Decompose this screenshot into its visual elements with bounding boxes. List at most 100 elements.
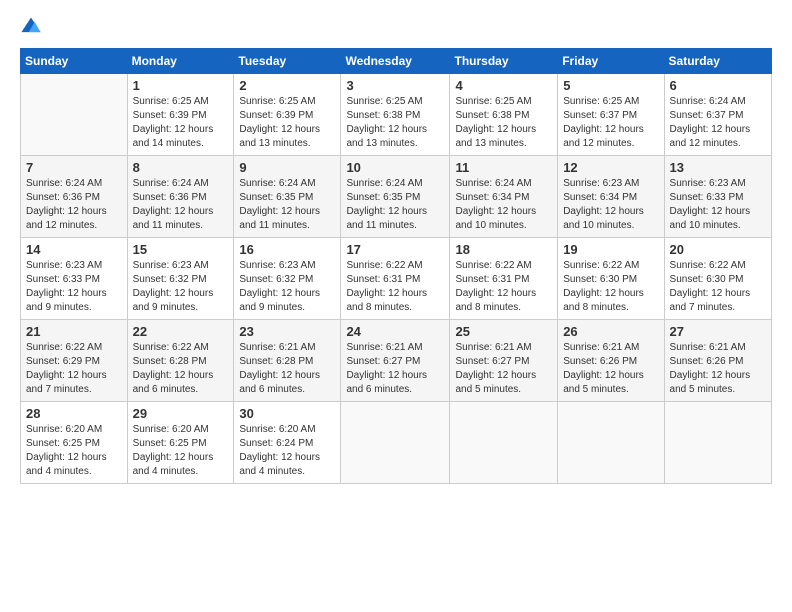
day-number: 7	[26, 160, 122, 175]
calendar-week-row: 28 Sunrise: 6:20 AM Sunset: 6:25 PM Dayli…	[21, 402, 772, 484]
table-row: 29 Sunrise: 6:20 AM Sunset: 6:25 PM Dayli…	[127, 402, 234, 484]
calendar-week-row: 21 Sunrise: 6:22 AM Sunset: 6:29 PM Dayli…	[21, 320, 772, 402]
col-tuesday: Tuesday	[234, 49, 341, 74]
day-number: 26	[563, 324, 658, 339]
day-info: Sunrise: 6:24 AM Sunset: 6:37 PM Dayligh…	[670, 95, 766, 151]
table-row: 21 Sunrise: 6:22 AM Sunset: 6:29 PM Dayli…	[21, 320, 128, 402]
day-number: 12	[563, 160, 658, 175]
day-info: Sunrise: 6:24 AM Sunset: 6:36 PM Dayligh…	[26, 177, 122, 233]
table-row: 13 Sunrise: 6:23 AM Sunset: 6:33 PM Dayli…	[664, 156, 771, 238]
calendar-week-row: 1 Sunrise: 6:25 AM Sunset: 6:39 PM Daylig…	[21, 74, 772, 156]
day-number: 8	[133, 160, 229, 175]
table-row: 9Sunrise: 6:24 AM Sunset: 6:35 PM Daylig…	[234, 156, 341, 238]
day-number: 9	[239, 160, 335, 175]
day-number: 29	[133, 406, 229, 421]
day-number: 23	[239, 324, 335, 339]
day-info: Sunrise: 6:21 AM Sunset: 6:27 PM Dayligh…	[455, 341, 552, 397]
col-friday: Friday	[558, 49, 664, 74]
day-info: Sunrise: 6:21 AM Sunset: 6:28 PM Dayligh…	[239, 341, 335, 397]
day-number: 13	[670, 160, 766, 175]
col-wednesday: Wednesday	[341, 49, 450, 74]
table-row: 27Sunrise: 6:21 AM Sunset: 6:26 PM Dayli…	[664, 320, 771, 402]
day-info: Sunrise: 6:20 AM Sunset: 6:25 PM Dayligh…	[26, 423, 122, 479]
day-number: 10	[346, 160, 444, 175]
day-info: Sunrise: 6:22 AM Sunset: 6:31 PM Dayligh…	[346, 259, 444, 315]
table-row: 10 Sunrise: 6:24 AM Sunset: 6:35 PM Dayli…	[341, 156, 450, 238]
table-row: 14 Sunrise: 6:23 AM Sunset: 6:33 PM Dayli…	[21, 238, 128, 320]
table-row: 8 Sunrise: 6:24 AM Sunset: 6:36 PM Daylig…	[127, 156, 234, 238]
day-number: 24	[346, 324, 444, 339]
day-info: Sunrise: 6:24 AM Sunset: 6:34 PM Dayligh…	[455, 177, 552, 233]
day-number: 11	[455, 160, 552, 175]
table-row: 12 Sunrise: 6:23 AM Sunset: 6:34 PM Dayli…	[558, 156, 664, 238]
table-row: 4 Sunrise: 6:25 AM Sunset: 6:38 PM Daylig…	[450, 74, 558, 156]
table-row: 25 Sunrise: 6:21 AM Sunset: 6:27 PM Dayli…	[450, 320, 558, 402]
day-number: 3	[346, 78, 444, 93]
day-number: 18	[455, 242, 552, 257]
table-row: 28 Sunrise: 6:20 AM Sunset: 6:25 PM Dayli…	[21, 402, 128, 484]
col-sunday: Sunday	[21, 49, 128, 74]
day-info: Sunrise: 6:22 AM Sunset: 6:30 PM Dayligh…	[563, 259, 658, 315]
table-row: 7 Sunrise: 6:24 AM Sunset: 6:36 PM Daylig…	[21, 156, 128, 238]
day-info: Sunrise: 6:22 AM Sunset: 6:28 PM Dayligh…	[133, 341, 229, 397]
day-info: Sunrise: 6:23 AM Sunset: 6:33 PM Dayligh…	[670, 177, 766, 233]
table-row: 26Sunrise: 6:21 AM Sunset: 6:26 PM Dayli…	[558, 320, 664, 402]
table-row: 6Sunrise: 6:24 AM Sunset: 6:37 PM Daylig…	[664, 74, 771, 156]
day-info: Sunrise: 6:25 AM Sunset: 6:38 PM Dayligh…	[455, 95, 552, 151]
logo	[20, 16, 46, 38]
day-info: Sunrise: 6:25 AM Sunset: 6:39 PM Dayligh…	[133, 95, 229, 151]
day-number: 15	[133, 242, 229, 257]
day-number: 2	[239, 78, 335, 93]
day-info: Sunrise: 6:25 AM Sunset: 6:39 PM Dayligh…	[239, 95, 335, 151]
day-info: Sunrise: 6:23 AM Sunset: 6:32 PM Dayligh…	[239, 259, 335, 315]
day-number: 14	[26, 242, 122, 257]
day-info: Sunrise: 6:23 AM Sunset: 6:32 PM Dayligh…	[133, 259, 229, 315]
day-number: 30	[239, 406, 335, 421]
table-row: 22Sunrise: 6:22 AM Sunset: 6:28 PM Dayli…	[127, 320, 234, 402]
logo-icon	[20, 16, 42, 38]
table-row: 3 Sunrise: 6:25 AM Sunset: 6:38 PM Daylig…	[341, 74, 450, 156]
table-row: 5 Sunrise: 6:25 AM Sunset: 6:37 PM Daylig…	[558, 74, 664, 156]
table-row: 18 Sunrise: 6:22 AM Sunset: 6:31 PM Dayli…	[450, 238, 558, 320]
day-info: Sunrise: 6:24 AM Sunset: 6:35 PM Dayligh…	[346, 177, 444, 233]
table-row: 19 Sunrise: 6:22 AM Sunset: 6:30 PM Dayli…	[558, 238, 664, 320]
day-number: 17	[346, 242, 444, 257]
table-row: 17 Sunrise: 6:22 AM Sunset: 6:31 PM Dayli…	[341, 238, 450, 320]
day-number: 16	[239, 242, 335, 257]
day-info: Sunrise: 6:20 AM Sunset: 6:24 PM Dayligh…	[239, 423, 335, 479]
day-number: 4	[455, 78, 552, 93]
col-saturday: Saturday	[664, 49, 771, 74]
table-row: 24 Sunrise: 6:21 AM Sunset: 6:27 PM Dayli…	[341, 320, 450, 402]
table-row: 2 Sunrise: 6:25 AM Sunset: 6:39 PM Daylig…	[234, 74, 341, 156]
day-number: 5	[563, 78, 658, 93]
day-info: Sunrise: 6:20 AM Sunset: 6:25 PM Dayligh…	[133, 423, 229, 479]
day-number: 20	[670, 242, 766, 257]
day-info: Sunrise: 6:25 AM Sunset: 6:37 PM Dayligh…	[563, 95, 658, 151]
page: Sunday Monday Tuesday Wednesday Thursday…	[0, 0, 792, 612]
day-number: 21	[26, 324, 122, 339]
day-number: 28	[26, 406, 122, 421]
calendar-week-row: 14 Sunrise: 6:23 AM Sunset: 6:33 PM Dayli…	[21, 238, 772, 320]
calendar-header-row: Sunday Monday Tuesday Wednesday Thursday…	[21, 49, 772, 74]
col-thursday: Thursday	[450, 49, 558, 74]
day-info: Sunrise: 6:24 AM Sunset: 6:36 PM Dayligh…	[133, 177, 229, 233]
day-info: Sunrise: 6:21 AM Sunset: 6:27 PM Dayligh…	[346, 341, 444, 397]
table-row: 20Sunrise: 6:22 AM Sunset: 6:30 PM Dayli…	[664, 238, 771, 320]
day-info: Sunrise: 6:22 AM Sunset: 6:29 PM Dayligh…	[26, 341, 122, 397]
table-row	[558, 402, 664, 484]
table-row	[450, 402, 558, 484]
table-row: 11 Sunrise: 6:24 AM Sunset: 6:34 PM Dayli…	[450, 156, 558, 238]
table-row: 23 Sunrise: 6:21 AM Sunset: 6:28 PM Dayli…	[234, 320, 341, 402]
day-info: Sunrise: 6:23 AM Sunset: 6:33 PM Dayligh…	[26, 259, 122, 315]
day-number: 19	[563, 242, 658, 257]
table-row	[341, 402, 450, 484]
table-row: 16 Sunrise: 6:23 AM Sunset: 6:32 PM Dayli…	[234, 238, 341, 320]
day-number: 27	[670, 324, 766, 339]
day-info: Sunrise: 6:22 AM Sunset: 6:31 PM Dayligh…	[455, 259, 552, 315]
day-number: 1	[133, 78, 229, 93]
table-row	[664, 402, 771, 484]
day-info: Sunrise: 6:25 AM Sunset: 6:38 PM Dayligh…	[346, 95, 444, 151]
table-row: 30 Sunrise: 6:20 AM Sunset: 6:24 PM Dayli…	[234, 402, 341, 484]
day-info: Sunrise: 6:23 AM Sunset: 6:34 PM Dayligh…	[563, 177, 658, 233]
day-number: 25	[455, 324, 552, 339]
